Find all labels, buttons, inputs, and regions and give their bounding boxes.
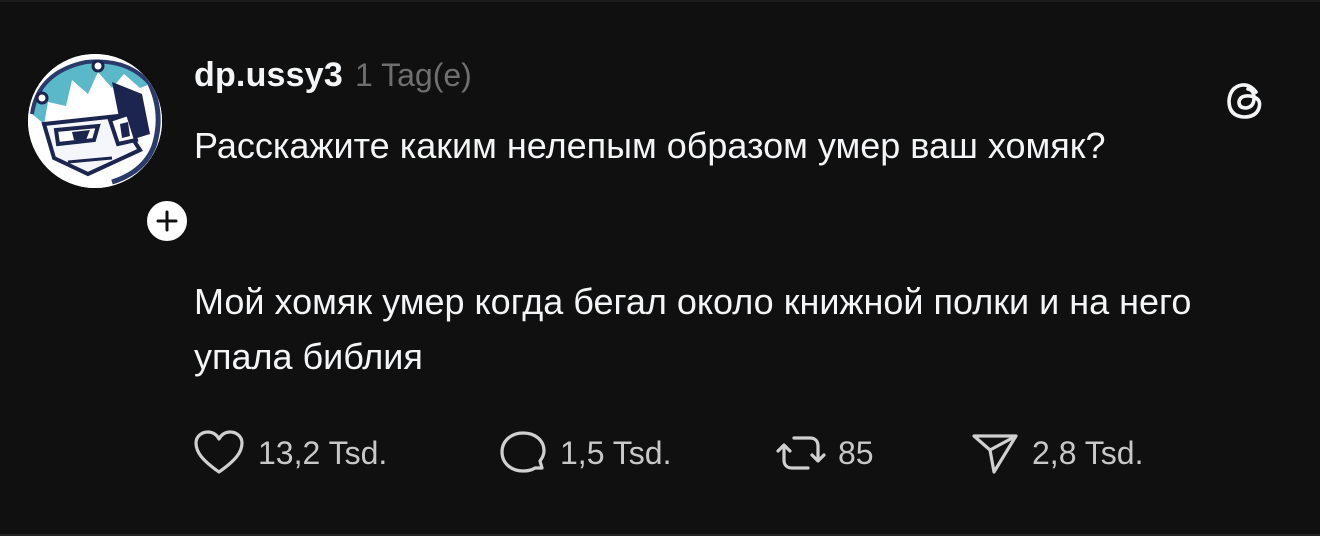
username[interactable]: dp.ussy3 — [194, 56, 343, 95]
speech-bubble-icon — [500, 431, 546, 473]
repost-icon — [776, 436, 826, 470]
share-count: 2,8 Tsd. — [1032, 434, 1144, 471]
post-header: dp.ussy3 1 Tag(e) — [194, 56, 472, 96]
avatar[interactable] — [28, 54, 162, 188]
avatar-container[interactable] — [28, 54, 192, 246]
avatar-image — [28, 54, 162, 188]
post-paragraph-2: Мой хомяк умер когда бегал около книжной… — [194, 281, 1192, 377]
reply-button[interactable]: 1,5 Tsd. — [498, 428, 671, 478]
threads-post: dp.ussy3 1 Tag(e) Расскажите каким нелеп… — [0, 0, 1320, 536]
follow-button[interactable] — [142, 196, 192, 246]
reply-count: 1,5 Tsd. — [560, 434, 672, 471]
plus-icon — [156, 210, 178, 232]
repost-count: 85 — [838, 434, 874, 471]
heart-icon — [194, 430, 244, 474]
share-button[interactable]: 2,8 Tsd. — [970, 428, 1143, 478]
like-button[interactable]: 13,2 Tsd. — [192, 428, 387, 478]
like-count: 13,2 Tsd. — [258, 434, 388, 471]
repost-button[interactable]: 85 — [776, 428, 874, 478]
post-paragraph-1: Расскажите каким нелепым образом умер ва… — [194, 125, 1106, 166]
post-timestamp: 1 Tag(e) — [355, 57, 472, 93]
paper-plane-icon — [972, 434, 1018, 474]
